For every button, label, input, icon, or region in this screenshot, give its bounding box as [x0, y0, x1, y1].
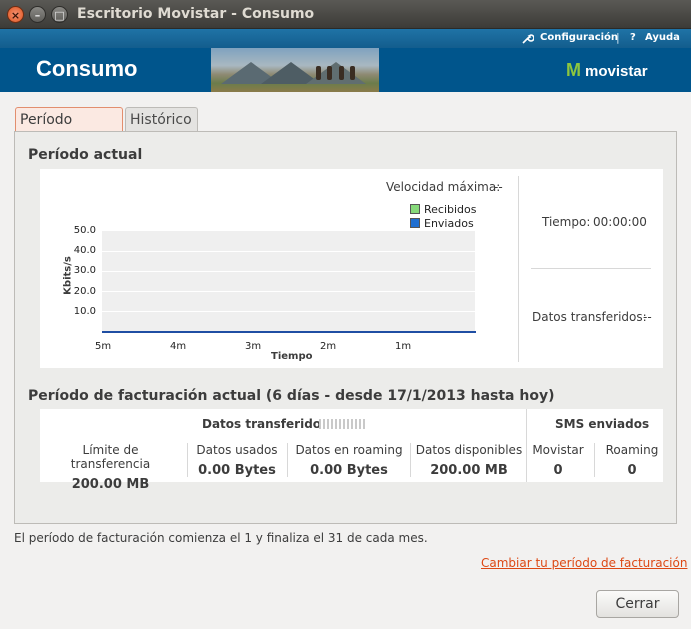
- y-tick-label: 20.0: [73, 286, 96, 297]
- sms-sent-header: SMS enviados: [555, 417, 650, 431]
- graph-divider: [518, 176, 519, 362]
- used-value: 0.00 Bytes: [198, 463, 276, 478]
- x-axis-label: Tiempo: [271, 351, 313, 362]
- tab-historico[interactable]: Histórico: [125, 107, 198, 132]
- transferred-label: Datos transferidos:: [532, 310, 647, 324]
- toolbar-divider: |: [616, 31, 620, 44]
- top-toolbar: Configuración | ? Ayuda: [0, 29, 691, 48]
- window-titlebar: × – □ Escritorio Movistar - Consumo: [0, 0, 691, 29]
- time-value: 00:00:00: [593, 215, 647, 229]
- chart-gridline: [102, 311, 475, 312]
- roaming-data-label: Datos en roaming: [295, 443, 403, 457]
- y-tick-label: 50.0: [73, 225, 96, 236]
- wrench-icon: [521, 32, 535, 48]
- x-tick-label: 3m: [245, 341, 262, 352]
- limit-column: Límite de transferencia 200.00 MB: [42, 443, 179, 492]
- column-divider: [187, 443, 188, 477]
- legend-sent-swatch: [410, 218, 420, 228]
- configuration-link[interactable]: Configuración: [540, 32, 618, 43]
- chart-plot-area: [102, 231, 475, 332]
- billing-period-note: El período de facturación comienza el 1 …: [14, 531, 428, 545]
- chart-gridline: [102, 291, 475, 292]
- brand-name: movistar: [585, 63, 648, 80]
- column-divider: [287, 443, 288, 477]
- legend-received-label: Recibidos: [424, 203, 477, 216]
- sms-movistar-value: 0: [553, 463, 563, 478]
- minimize-window-button[interactable]: –: [29, 6, 46, 23]
- y-tick-label: 40.0: [73, 245, 96, 256]
- movistar-m-icon: M: [566, 60, 581, 80]
- legend-sent-label: Enviados: [424, 217, 474, 230]
- roaming-data-column: Datos en roaming 0.00 Bytes: [292, 443, 406, 478]
- column-divider: [410, 443, 411, 477]
- x-tick-label: 2m: [320, 341, 337, 352]
- sms-roaming-label: Roaming: [605, 443, 659, 457]
- legend-received-swatch: [410, 204, 420, 214]
- maximize-window-button[interactable]: □: [51, 6, 68, 23]
- sms-movistar-column: Movistar 0: [528, 443, 588, 478]
- sms-movistar-label: Movistar: [532, 443, 584, 457]
- max-speed-value: --: [494, 180, 503, 194]
- used-column: Datos usados 0.00 Bytes: [190, 443, 284, 478]
- header-photo: [211, 48, 379, 92]
- current-period-heading: Período actual: [28, 147, 143, 163]
- time-label: Tiempo:: [542, 215, 591, 229]
- available-column: Datos disponibles 200.00 MB: [414, 443, 524, 478]
- limit-label: Límite de transferencia: [70, 443, 151, 471]
- available-value: 200.00 MB: [430, 463, 508, 478]
- chart-sent-line: [102, 331, 476, 333]
- max-speed-label: Velocidad máxima:: [386, 180, 501, 194]
- usage-progress-bar: [319, 419, 367, 429]
- used-label: Datos usados: [196, 443, 278, 457]
- transferred-value: --: [643, 310, 652, 324]
- billing-divider: [526, 409, 527, 482]
- close-window-button[interactable]: ×: [7, 6, 24, 23]
- y-tick-label: 10.0: [73, 306, 96, 317]
- window-title: Escritorio Movistar - Consumo: [77, 6, 315, 22]
- stats-divider: [531, 268, 651, 269]
- tab-periodo-actual[interactable]: Período actual: [15, 107, 123, 152]
- chart-gridline: [102, 271, 475, 272]
- column-divider: [594, 443, 595, 477]
- change-billing-period-link[interactable]: Cambiar tu período de facturación: [481, 556, 687, 570]
- chart-gridline: [102, 251, 475, 252]
- movistar-logo: Mmovistar: [566, 60, 648, 81]
- limit-value: 200.00 MB: [71, 477, 150, 492]
- x-tick-label: 5m: [95, 341, 112, 352]
- help-link[interactable]: Ayuda: [645, 32, 680, 43]
- available-label: Datos disponibles: [415, 443, 523, 457]
- page-title: Consumo: [36, 56, 138, 81]
- billing-period-heading: Período de facturación actual (6 días - …: [28, 388, 555, 404]
- x-tick-label: 4m: [170, 341, 187, 352]
- page-header: Consumo Mmovistar: [0, 48, 691, 92]
- roaming-data-value: 0.00 Bytes: [310, 463, 388, 478]
- y-tick-label: 30.0: [73, 265, 96, 276]
- x-tick-label: 1m: [395, 341, 412, 352]
- close-button[interactable]: Cerrar: [596, 590, 679, 618]
- y-axis-label: Kbits/s: [62, 256, 74, 295]
- sms-roaming-value: 0: [627, 463, 637, 478]
- data-transferred-header: Datos transferidos: [202, 417, 329, 431]
- sms-roaming-column: Roaming 0: [600, 443, 664, 478]
- help-icon: ?: [630, 32, 636, 43]
